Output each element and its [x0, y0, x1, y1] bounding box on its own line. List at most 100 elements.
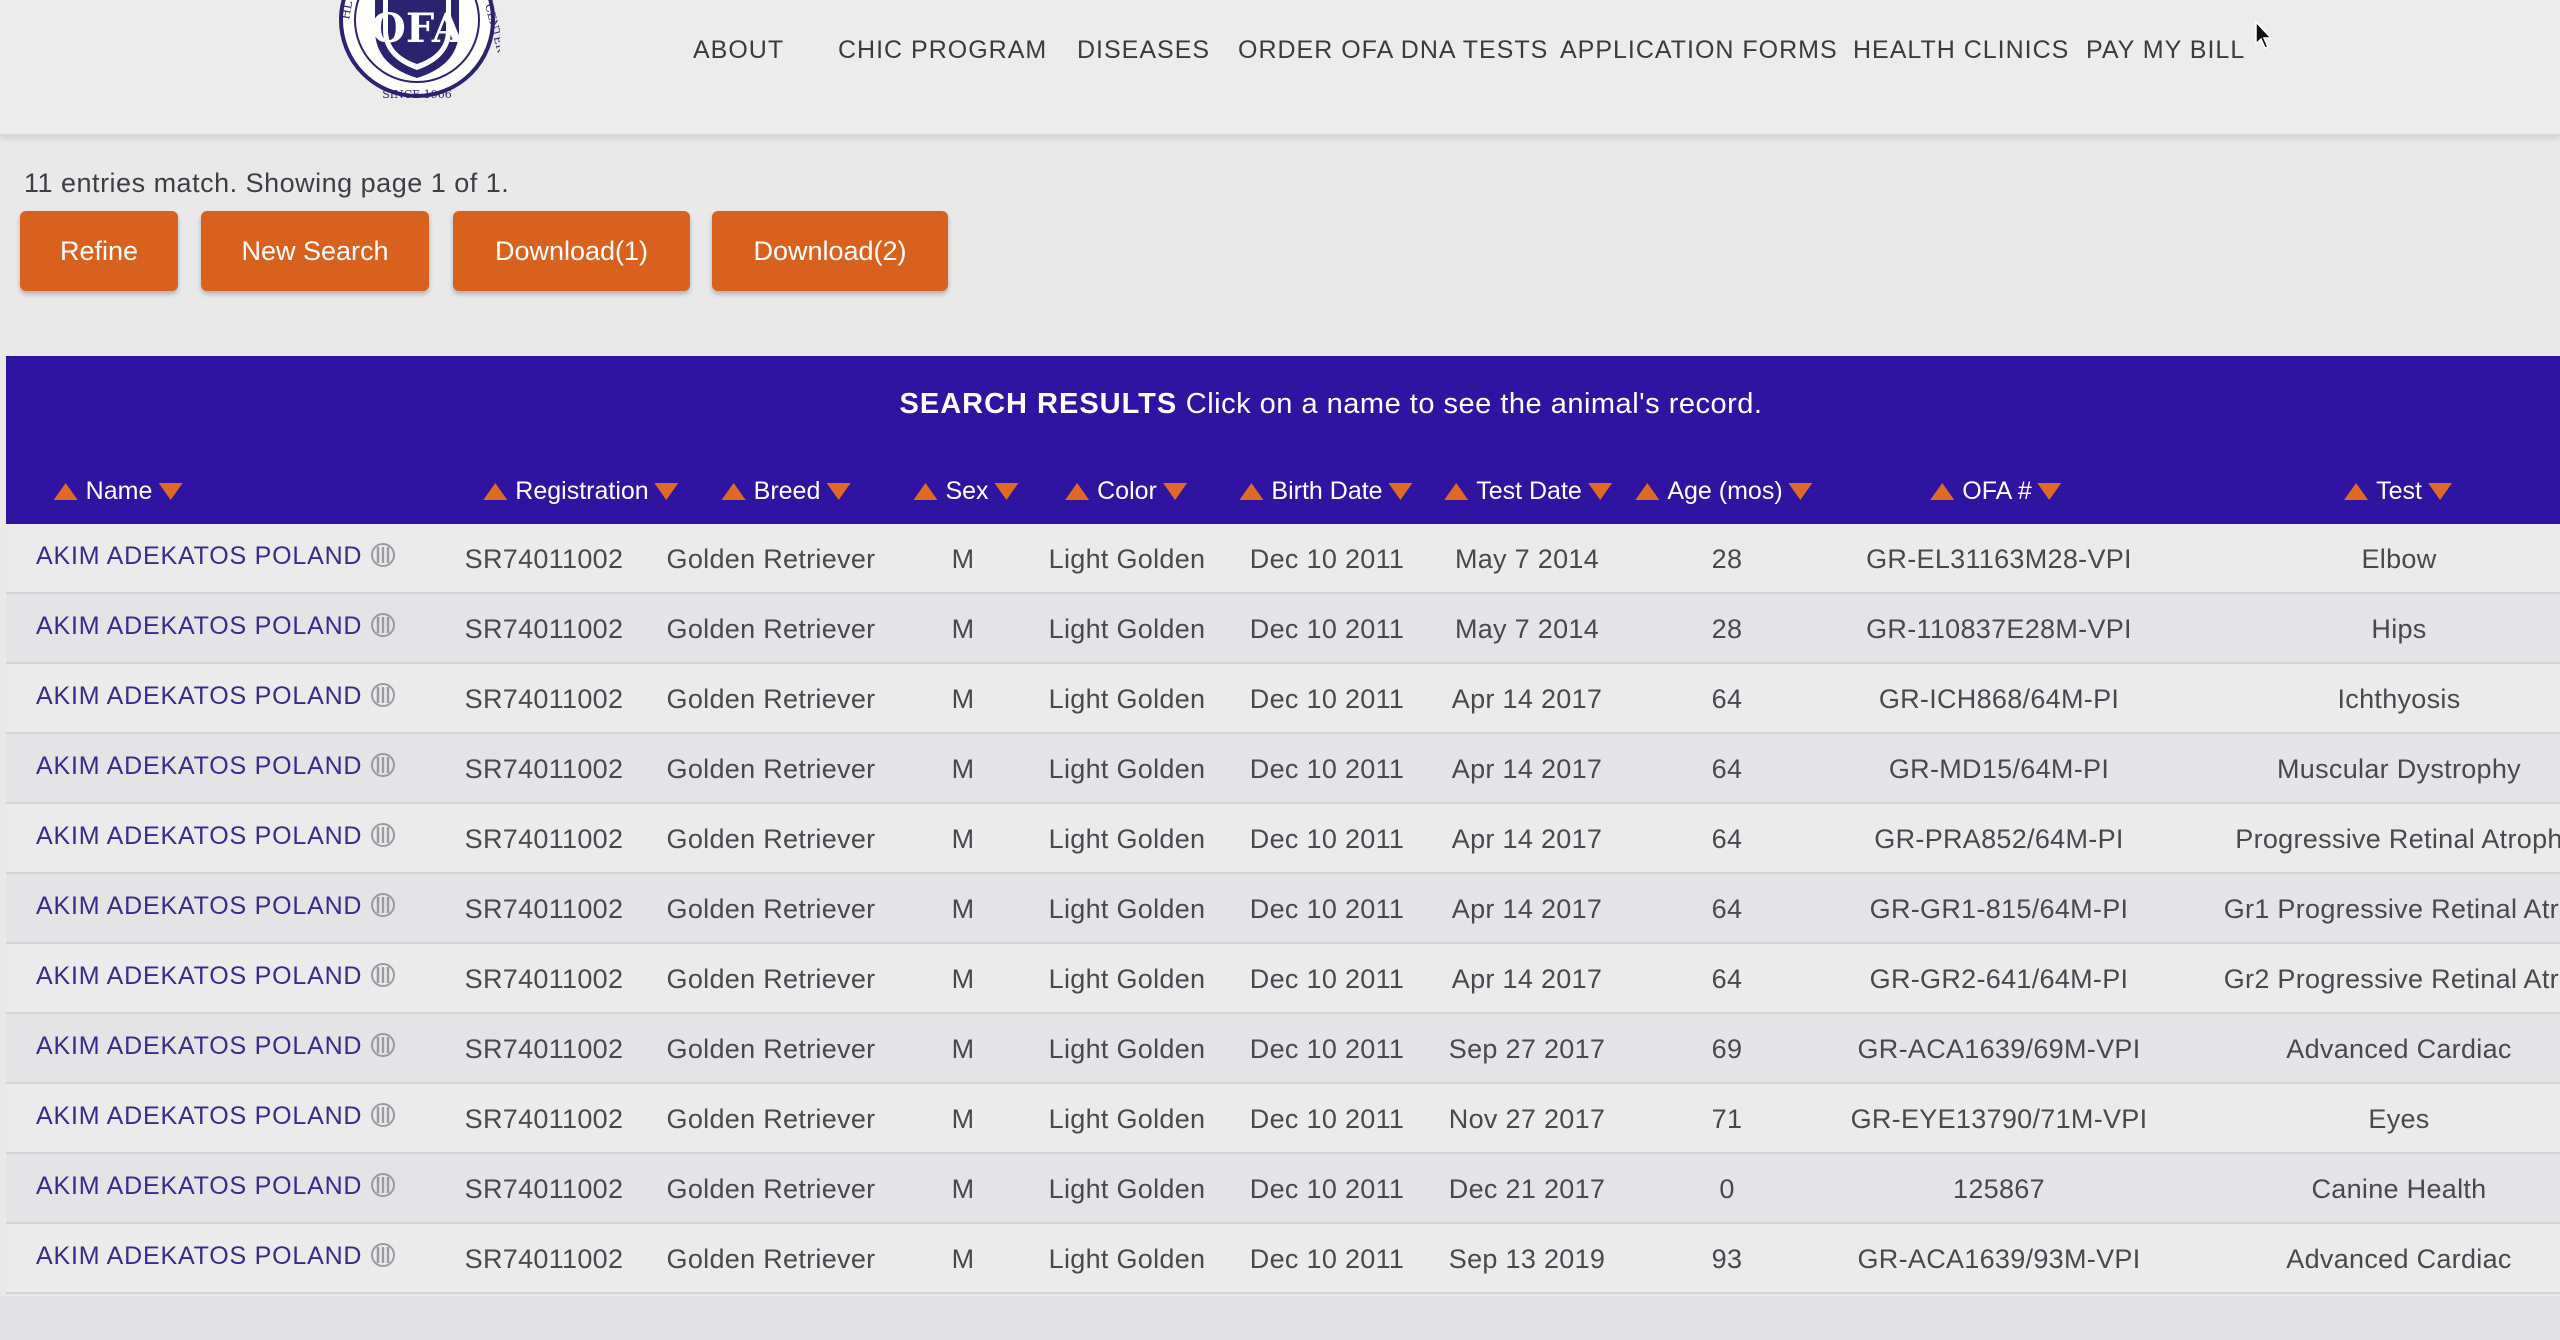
column-header-breed[interactable]: Breed	[721, 476, 851, 506]
cell-breed: Golden Retriever	[666, 1104, 876, 1134]
cell-birth-date: Dec 10 2011	[1249, 894, 1405, 924]
cell-color: Light Golden	[1048, 544, 1206, 574]
sort-ascending-icon[interactable]	[1930, 482, 1955, 500]
cell-registration: SR74011002	[464, 894, 624, 924]
column-header-label: Breed	[753, 476, 821, 505]
nav-diseases[interactable]: DISEASES	[1077, 36, 1210, 65]
sort-ascending-icon[interactable]	[53, 482, 78, 500]
cell-registration: SR74011002	[464, 824, 624, 854]
animal-name: AKIM ADEKATOS POLAND	[36, 752, 363, 780]
cell-color: Light Golden	[1048, 894, 1206, 924]
cell-test: Eyes	[2368, 1104, 2430, 1134]
sort-descending-icon[interactable]	[826, 482, 851, 500]
cell-birth-date: Dec 10 2011	[1249, 684, 1405, 714]
sort-descending-icon[interactable]	[654, 482, 679, 500]
animal-name-link[interactable]: AKIM ADEKATOS POLAND	[36, 962, 396, 991]
cell-sex: M	[951, 824, 975, 854]
nav-chic-program[interactable]: CHIC PROGRAM	[838, 36, 1047, 65]
column-header-age[interactable]: Age (mos)	[1635, 476, 1813, 506]
sort-ascending-icon[interactable]	[483, 482, 508, 500]
bars-icon[interactable]	[370, 682, 396, 708]
bars-icon[interactable]	[370, 1102, 396, 1128]
cell-breed: Golden Retriever	[666, 614, 876, 644]
bars-icon[interactable]	[370, 962, 396, 988]
download-1-button[interactable]: Download(1)	[453, 211, 690, 291]
sort-descending-icon[interactable]	[2427, 482, 2452, 500]
cell-ofa-number: GR-EL31163M28-VPI	[1866, 544, 2132, 574]
column-header-label: OFA #	[1962, 476, 2032, 505]
column-header-test-date[interactable]: Test Date	[1444, 476, 1612, 506]
bars-icon[interactable]	[370, 1032, 396, 1058]
animal-name-link[interactable]: AKIM ADEKATOS POLAND	[36, 1102, 396, 1131]
sort-ascending-icon[interactable]	[913, 482, 938, 500]
column-header-color[interactable]: Color	[1065, 476, 1187, 506]
column-header-ofa-number[interactable]: OFA #	[1930, 476, 2062, 506]
cell-test-date: Apr 14 2017	[1451, 824, 1603, 854]
cell-test-date: Sep 27 2017	[1448, 1034, 1606, 1064]
sort-descending-icon[interactable]	[158, 482, 183, 500]
animal-name-link[interactable]: AKIM ADEKATOS POLAND	[36, 612, 396, 641]
refine-button[interactable]: Refine	[20, 211, 178, 291]
column-header-test[interactable]: Test	[2344, 476, 2452, 506]
animal-name-link[interactable]: AKIM ADEKATOS POLAND	[36, 1032, 396, 1061]
cell-age: 64	[1711, 824, 1743, 854]
bars-icon[interactable]	[370, 892, 396, 918]
bars-icon[interactable]	[370, 1242, 396, 1268]
sort-ascending-icon[interactable]	[1065, 482, 1090, 500]
animal-name-link[interactable]: AKIM ADEKATOS POLAND	[36, 822, 396, 851]
cell-sex: M	[951, 894, 975, 924]
cell-birth-date: Dec 10 2011	[1249, 964, 1405, 994]
nav-order-dna-tests[interactable]: ORDER OFA DNA TESTS	[1238, 36, 1548, 65]
sort-ascending-icon[interactable]	[1635, 482, 1660, 500]
animal-name-link[interactable]: AKIM ADEKATOS POLAND	[36, 892, 396, 921]
column-header-birth-date[interactable]: Birth Date	[1239, 476, 1413, 506]
cell-age: 0	[1719, 1174, 1735, 1204]
svg-text:SINCE 1966: SINCE 1966	[382, 88, 451, 101]
animal-name: AKIM ADEKATOS POLAND	[36, 1032, 363, 1060]
sort-ascending-icon[interactable]	[1444, 482, 1469, 500]
sort-descending-icon[interactable]	[2037, 482, 2062, 500]
cell-breed: Golden Retriever	[666, 684, 876, 714]
bars-icon[interactable]	[370, 542, 396, 568]
sort-descending-icon[interactable]	[1788, 482, 1813, 500]
bars-icon[interactable]	[370, 752, 396, 778]
cell-test-date: Apr 14 2017	[1451, 894, 1603, 924]
cell-color: Light Golden	[1048, 1104, 1206, 1134]
sort-descending-icon[interactable]	[1388, 482, 1413, 500]
download-2-button[interactable]: Download(2)	[712, 211, 948, 291]
sort-ascending-icon[interactable]	[1239, 482, 1264, 500]
cell-age: 69	[1711, 1034, 1743, 1064]
animal-name-link[interactable]: AKIM ADEKATOS POLAND	[36, 542, 396, 571]
sort-ascending-icon[interactable]	[2344, 482, 2369, 500]
animal-name-link[interactable]: AKIM ADEKATOS POLAND	[36, 682, 396, 711]
cell-age: 28	[1711, 614, 1743, 644]
sort-ascending-icon[interactable]	[721, 482, 746, 500]
sort-descending-icon[interactable]	[1162, 482, 1187, 500]
column-header-name[interactable]: Name	[53, 476, 183, 506]
table-row: AKIM ADEKATOS POLAND SR74011002 Golden Ret…	[6, 1154, 2560, 1224]
bars-icon[interactable]	[370, 822, 396, 848]
animal-name-link[interactable]: AKIM ADEKATOS POLAND	[36, 1172, 396, 1201]
cell-color: Light Golden	[1048, 754, 1206, 784]
column-header-registration[interactable]: Registration	[483, 476, 679, 506]
cell-test: Progressive Retinal Atroph	[2235, 824, 2560, 854]
cell-test-date: Apr 14 2017	[1451, 964, 1603, 994]
nav-pay-my-bill[interactable]: PAY MY BILL	[2086, 36, 2245, 65]
cell-test-date: May 7 2014	[1454, 544, 1600, 574]
nav-health-clinics[interactable]: HEALTH CLINICS	[1853, 36, 2069, 65]
bars-icon[interactable]	[370, 612, 396, 638]
sort-descending-icon[interactable]	[1587, 482, 1612, 500]
nav-application-forms[interactable]: APPLICATION FORMS	[1560, 36, 1838, 65]
nav-about[interactable]: ABOUT	[693, 36, 784, 65]
animal-name-link[interactable]: AKIM ADEKATOS POLAND	[36, 752, 396, 781]
sort-descending-icon[interactable]	[994, 482, 1019, 500]
cell-test: Advanced Cardiac	[2286, 1244, 2512, 1274]
bars-icon[interactable]	[370, 1172, 396, 1198]
column-header-sex[interactable]: Sex	[913, 476, 1019, 506]
animal-name-link[interactable]: AKIM ADEKATOS POLAND	[36, 1242, 396, 1271]
ofa-logo[interactable]: OFA SINCE 1966 HL CENTER	[335, 0, 500, 110]
cell-test-date: May 7 2014	[1454, 614, 1600, 644]
new-search-button[interactable]: New Search	[201, 211, 429, 291]
cell-ofa-number: 125867	[1953, 1174, 2045, 1204]
cell-age: 28	[1711, 544, 1743, 574]
